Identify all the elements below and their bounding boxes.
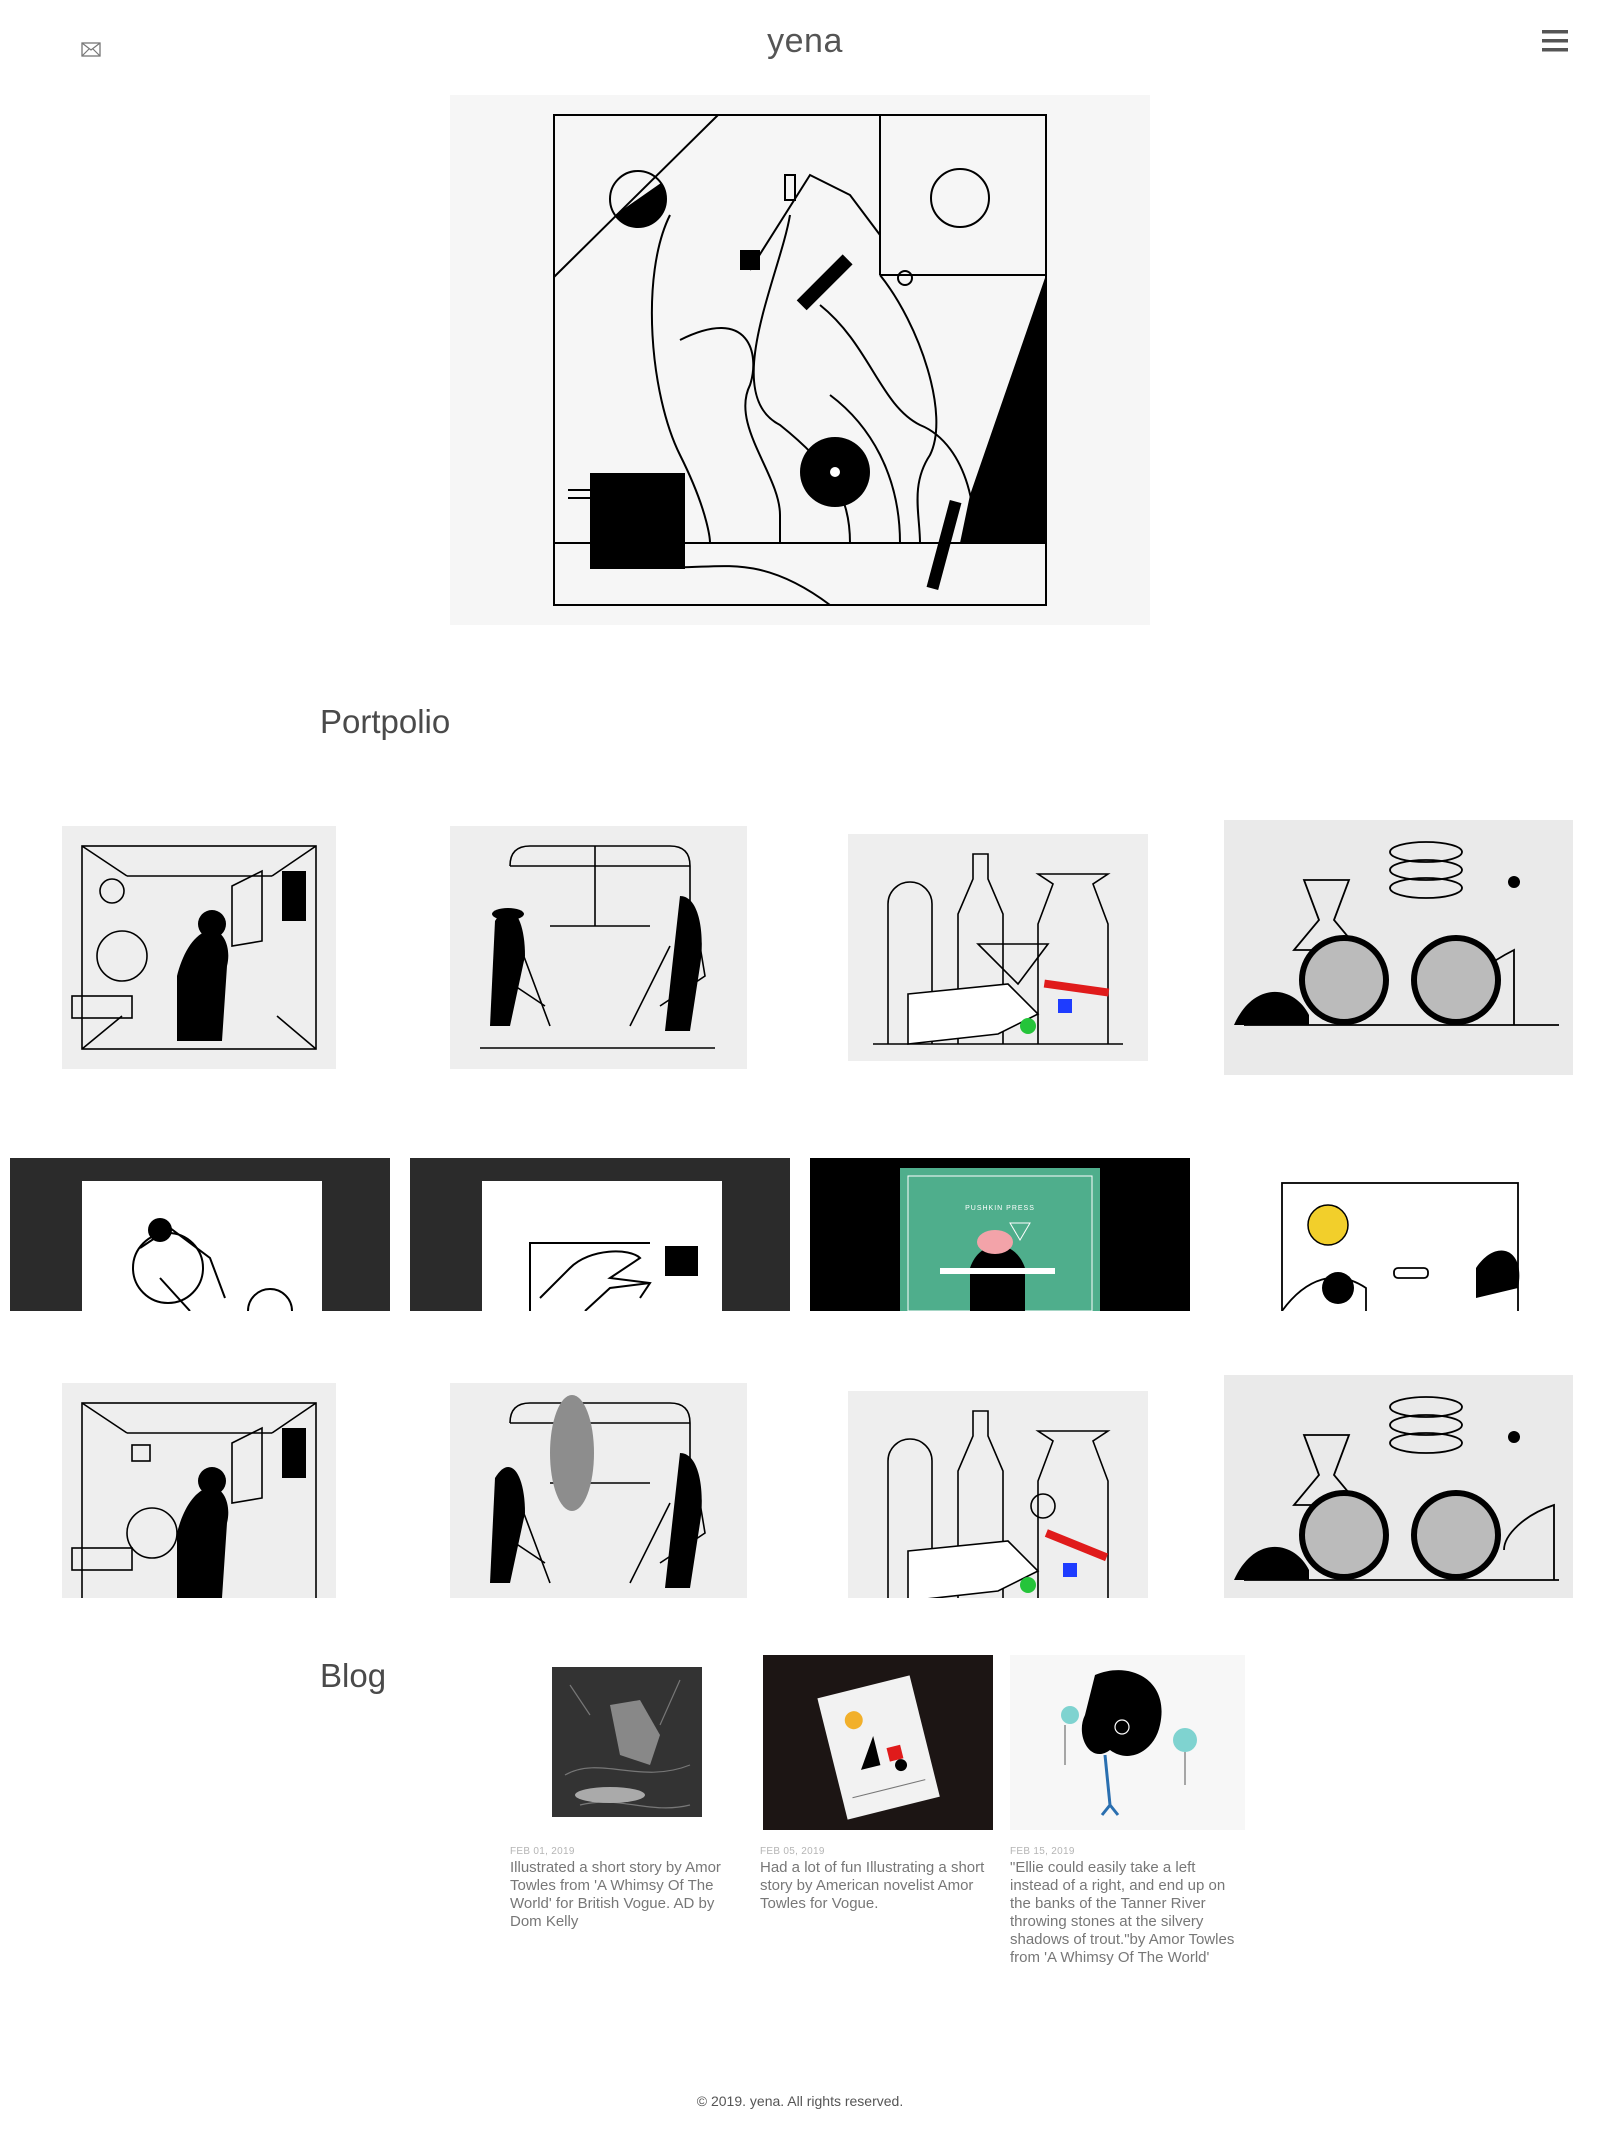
portfolio-item[interactable] xyxy=(1224,820,1573,1075)
site-logo[interactable]: yena xyxy=(700,22,910,61)
blog-post-thumbnail[interactable] xyxy=(510,1655,745,1830)
envelope-icon[interactable] xyxy=(78,38,104,60)
portfolio-item[interactable] xyxy=(848,834,1148,1061)
portfolio-item[interactable] xyxy=(410,1158,790,1311)
blog-post-thumbnail[interactable] xyxy=(1010,1655,1245,1830)
blog-section-title: Blog xyxy=(320,1657,387,1694)
footer-copyright: © 2019. yena. All rights reserved. xyxy=(696,2093,904,2109)
portfolio-item[interactable] xyxy=(1224,1375,1573,1598)
blog-post-thumbnail[interactable] xyxy=(760,1655,995,1830)
portfolio-item[interactable] xyxy=(450,1383,747,1598)
blog-post-date: FEB 01, 2019 xyxy=(510,1846,575,1857)
blog-post-date: FEB 05, 2019 xyxy=(760,1846,825,1857)
blog-post-card[interactable]: FEB 15, 2019 "Ellie could easily take a … xyxy=(1010,1655,1245,1967)
blog-post-excerpt[interactable]: Illustrated a short story by Amor Towles… xyxy=(510,1859,745,1931)
portfolio-item[interactable] xyxy=(1226,1158,1576,1311)
portfolio-item[interactable] xyxy=(62,826,336,1069)
blog-post-card[interactable]: FEB 05, 2019 Had a lot of fun Illustrati… xyxy=(760,1655,995,1913)
book-label: PUSHKIN PRESS xyxy=(965,1205,1035,1212)
blog-post-date: FEB 15, 2019 xyxy=(1010,1846,1075,1857)
portfolio-item[interactable] xyxy=(10,1158,390,1311)
blog-post-excerpt[interactable]: "Ellie could easily take a left instead … xyxy=(1010,1859,1245,1967)
blog-post-excerpt[interactable]: Had a lot of fun Illustrating a short st… xyxy=(760,1859,995,1913)
portfolio-item[interactable] xyxy=(62,1383,336,1598)
portfolio-item[interactable]: PUSHKIN PRESS xyxy=(810,1158,1190,1311)
portfolio-item[interactable] xyxy=(848,1391,1148,1598)
portfolio-item[interactable] xyxy=(450,826,747,1069)
portfolio-section-title: Portpolio xyxy=(320,703,451,740)
hero-illustration xyxy=(450,95,1150,625)
hamburger-menu-icon[interactable] xyxy=(1538,26,1572,58)
blog-post-card[interactable]: FEB 01, 2019 Illustrated a short story b… xyxy=(510,1655,745,1931)
